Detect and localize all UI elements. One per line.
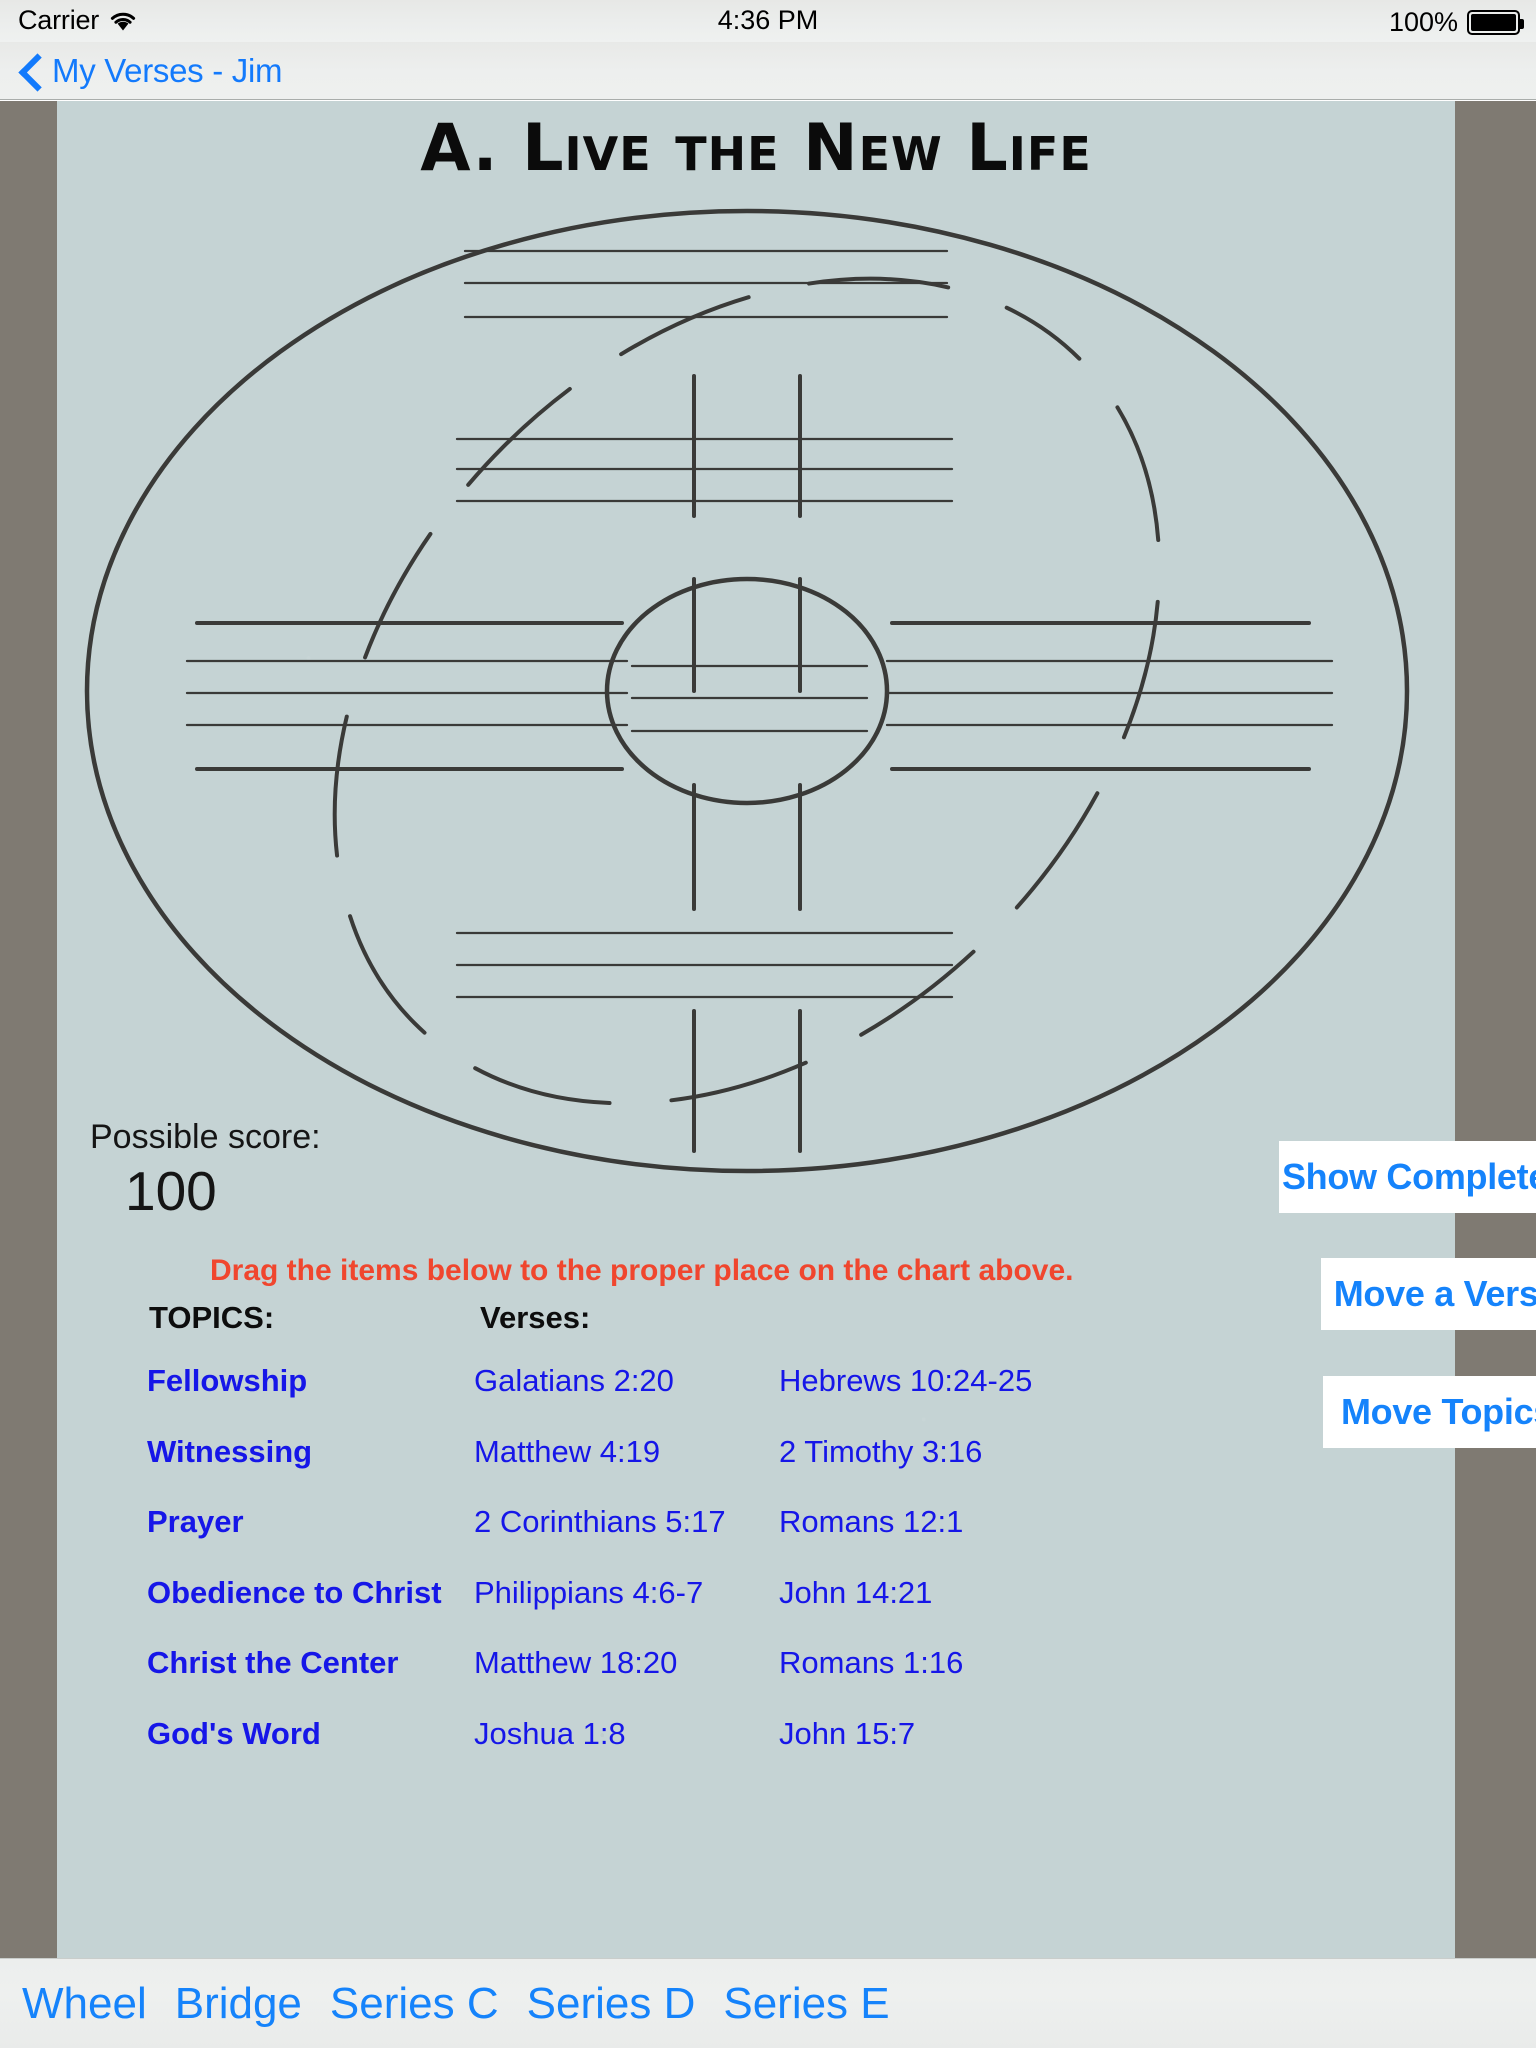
- verses-list-column-2: Hebrews 10:24-25 2 Timothy 3:16 Romans 1…: [779, 1363, 1079, 1786]
- navigators-wheel-diagram[interactable]: [47, 191, 1467, 1211]
- possible-score-label: Possible score:: [90, 1118, 321, 1156]
- list-item[interactable]: Philippians 4:6-7: [474, 1575, 774, 1646]
- possible-score-value: 100: [125, 1160, 217, 1222]
- list-item[interactable]: Romans 1:16: [779, 1645, 1079, 1716]
- list-item[interactable]: Joshua 1:8: [474, 1716, 774, 1787]
- list-item[interactable]: Fellowship: [147, 1363, 477, 1434]
- list-item[interactable]: John 15:7: [779, 1716, 1079, 1787]
- app-screen: Carrier 4:36 PM 100% My Verses - Jim A. …: [0, 0, 1536, 2048]
- verses-column-header: Verses:: [480, 1300, 591, 1335]
- back-button[interactable]: My Verses - Jim: [20, 51, 283, 90]
- page-title: A. Live the New Life: [420, 111, 1092, 186]
- list-item[interactable]: Obedience to Christ: [147, 1575, 477, 1646]
- list-item[interactable]: Hebrews 10:24-25: [779, 1363, 1079, 1434]
- list-item[interactable]: God's Word: [147, 1716, 477, 1787]
- status-bar: Carrier 4:36 PM 100%: [0, 0, 1536, 42]
- battery-full-icon: [1467, 10, 1524, 35]
- tab-series-c[interactable]: Series C: [316, 1979, 513, 2029]
- list-item[interactable]: Romans 12:1: [779, 1504, 1079, 1575]
- list-item[interactable]: Witnessing: [147, 1434, 477, 1505]
- show-complete-button[interactable]: Show Complete: [1279, 1141, 1536, 1213]
- worksheet-paper: A. Live the New Life Possible score: 100…: [57, 101, 1536, 1958]
- back-button-label: My Verses - Jim: [52, 51, 283, 89]
- clock-label: 4:36 PM: [717, 5, 819, 35]
- nav-bar: My Verses - Jim: [0, 42, 1536, 100]
- status-bar-right: 100%: [1388, 7, 1524, 38]
- chevron-left-icon: [20, 53, 42, 89]
- worksheet-photo-area: A. Live the New Life Possible score: 100…: [0, 101, 1536, 1958]
- list-item[interactable]: Christ the Center: [147, 1645, 477, 1716]
- topics-list: Fellowship Witnessing Prayer Obedience t…: [147, 1363, 477, 1786]
- tab-bridge[interactable]: Bridge: [161, 1979, 316, 2029]
- tab-series-d[interactable]: Series D: [513, 1979, 710, 2029]
- list-item[interactable]: Prayer: [147, 1504, 477, 1575]
- wheel-svg: [84, 208, 1410, 1174]
- tab-bar: Wheel Bridge Series C Series D Series E: [0, 1958, 1536, 2048]
- move-topics-button[interactable]: Move Topics: [1323, 1376, 1536, 1448]
- tab-series-e[interactable]: Series E: [709, 1979, 903, 2029]
- drag-instruction-text: Drag the items below to the proper place…: [210, 1254, 1074, 1287]
- move-a-verse-button[interactable]: Move a Verse: [1321, 1258, 1536, 1330]
- list-item[interactable]: Matthew 18:20: [474, 1645, 774, 1716]
- list-item[interactable]: 2 Timothy 3:16: [779, 1434, 1079, 1505]
- tab-wheel[interactable]: Wheel: [8, 1979, 161, 2029]
- list-item[interactable]: Matthew 4:19: [474, 1434, 774, 1505]
- list-item[interactable]: John 14:21: [779, 1575, 1079, 1646]
- verses-list-column-1: Galatians 2:20 Matthew 4:19 2 Corinthian…: [474, 1363, 774, 1786]
- topics-column-header: TOPICS:: [149, 1300, 275, 1335]
- battery-percent-label: 100%: [1388, 7, 1458, 37]
- list-item[interactable]: 2 Corinthians 5:17: [474, 1504, 774, 1575]
- list-item[interactable]: Galatians 2:20: [474, 1363, 774, 1434]
